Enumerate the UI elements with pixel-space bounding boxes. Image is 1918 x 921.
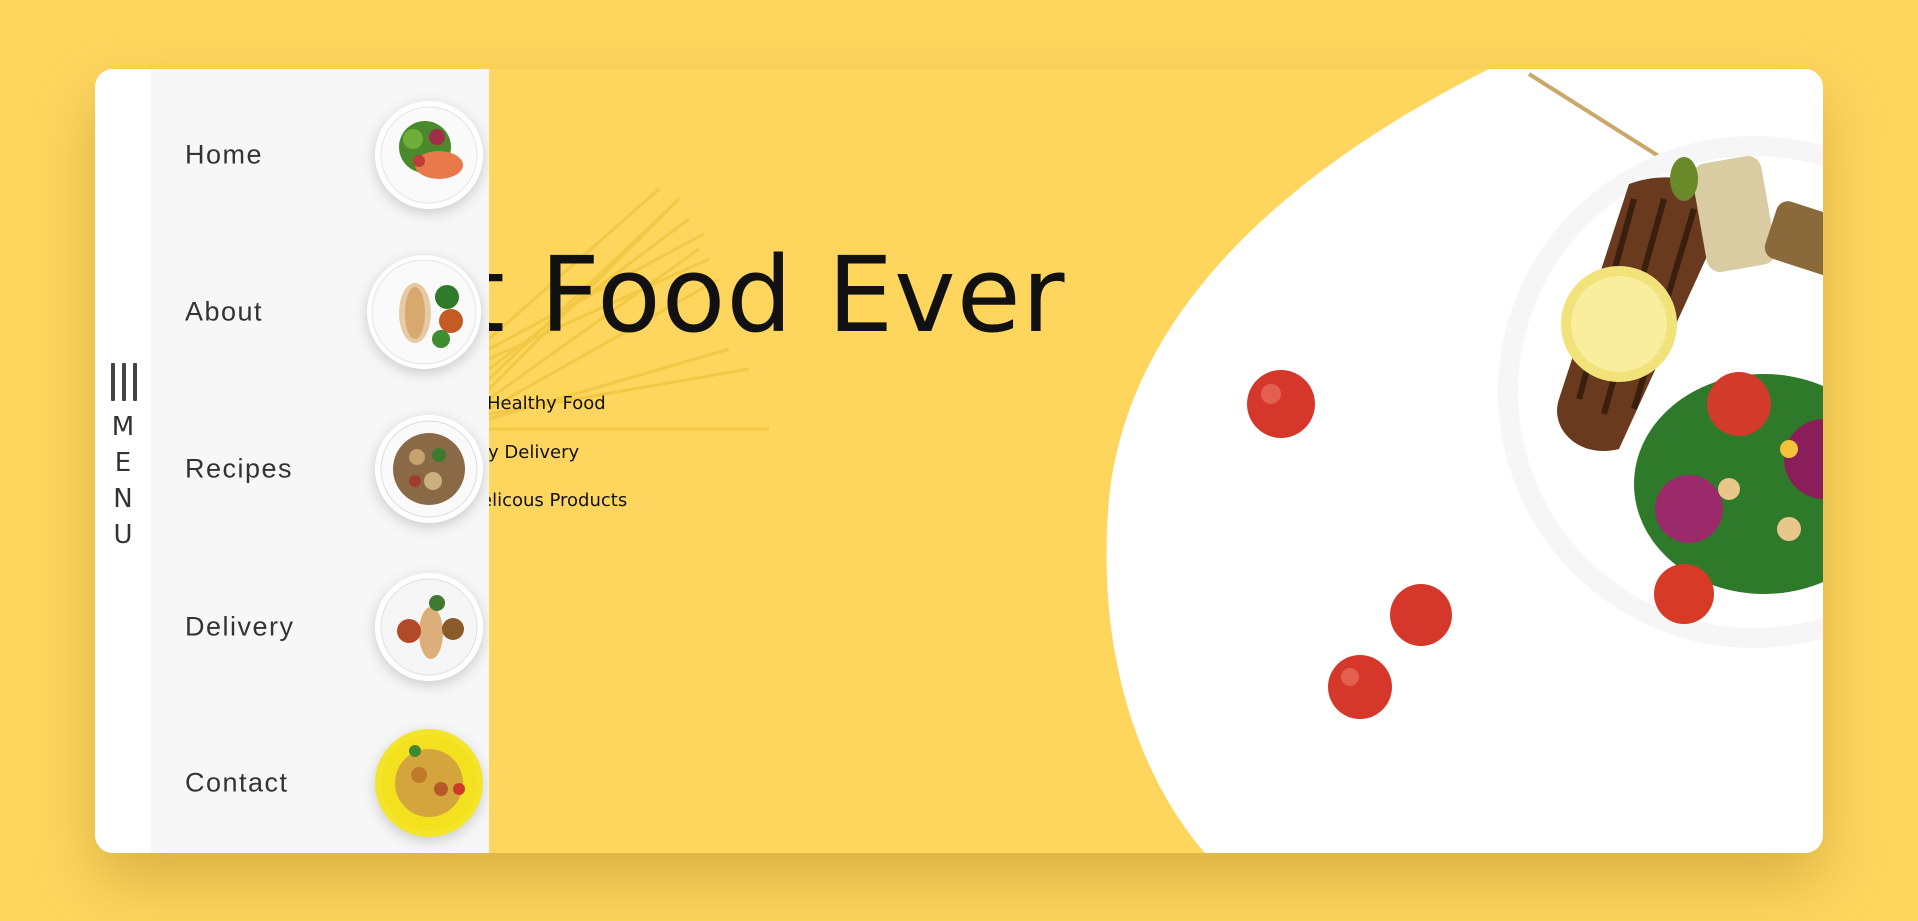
menu-letter: U bbox=[113, 520, 133, 550]
nav-item-home[interactable]: Home bbox=[151, 95, 489, 215]
nav-item-contact[interactable]: Contact bbox=[151, 723, 489, 843]
nav-item-recipes[interactable]: Recipes bbox=[151, 409, 489, 529]
menu-letter: N bbox=[113, 484, 133, 514]
noodle-salad-plate-icon bbox=[375, 415, 483, 523]
nav-label: Delivery bbox=[185, 611, 295, 642]
rice-dish-plate-icon bbox=[375, 729, 483, 837]
menu-strip[interactable]: M E N U bbox=[95, 69, 151, 853]
food-plate-image bbox=[1247, 72, 1823, 719]
chicken-vegetable-plate-icon bbox=[375, 573, 483, 681]
grilled-chicken-plate-icon bbox=[367, 255, 481, 369]
menu-letter: M bbox=[111, 412, 135, 442]
nav-label: Contact bbox=[185, 767, 289, 798]
nav-item-about[interactable]: About bbox=[151, 252, 489, 372]
nav-label: About bbox=[185, 296, 264, 327]
nav-panel: Home About Recipes Delivery Contact bbox=[151, 69, 489, 853]
nav-label: Home bbox=[185, 139, 264, 170]
nav-item-delivery[interactable]: Delivery bbox=[151, 567, 489, 687]
app-card: M E N U Home About Recipes Delivery Cont… bbox=[95, 69, 1823, 853]
hero-section: st Food Ever Healthy Food ay Delivery el… bbox=[489, 69, 1823, 853]
hamburger-icon[interactable] bbox=[111, 363, 137, 401]
nav-label: Recipes bbox=[185, 453, 294, 484]
menu-label[interactable]: M E N U bbox=[105, 409, 141, 553]
salmon-salad-plate-icon bbox=[375, 101, 483, 209]
menu-letter: E bbox=[114, 448, 132, 478]
